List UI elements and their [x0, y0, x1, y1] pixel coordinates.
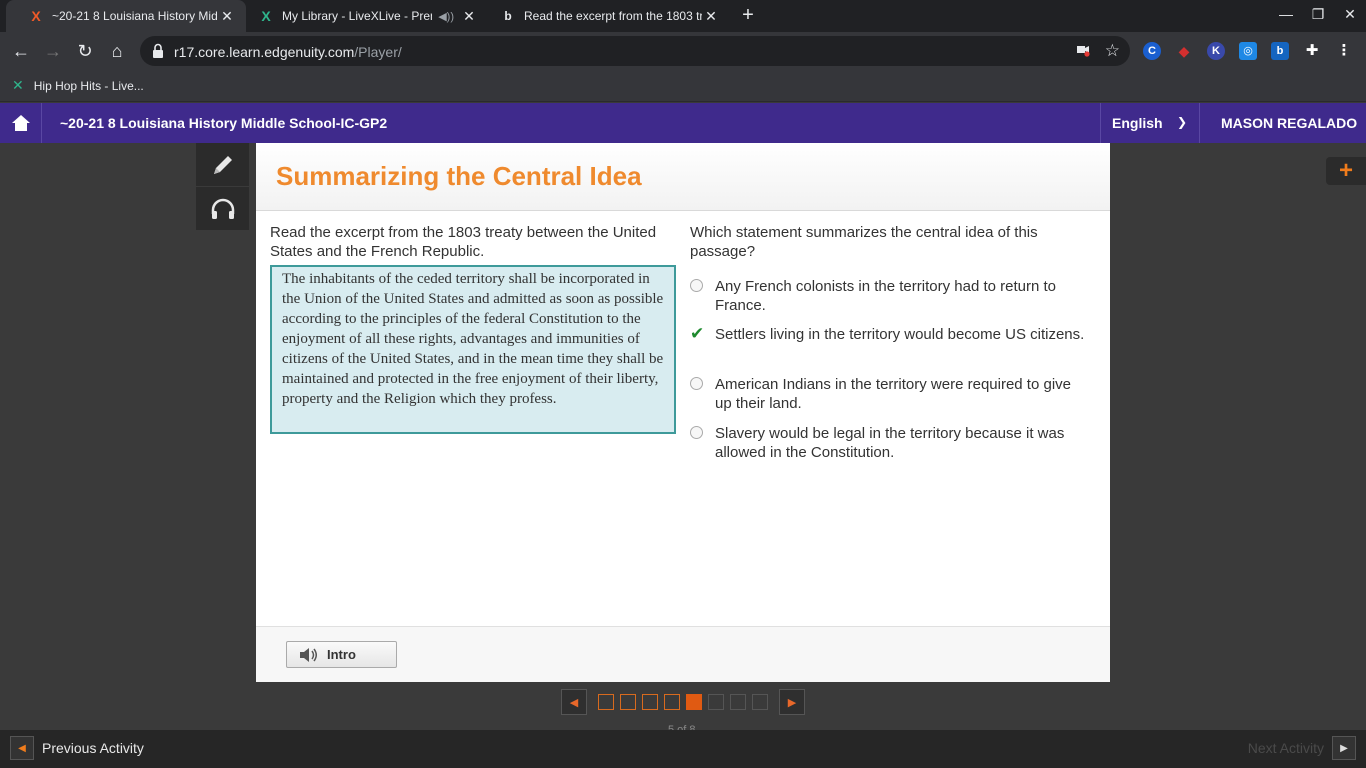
camera-blocked-icon[interactable]: [1076, 43, 1090, 57]
speaker-icon: [300, 647, 317, 662]
extension-b-icon[interactable]: b: [1271, 42, 1289, 60]
next-activity-label: Next Activity: [1247, 740, 1324, 756]
extension-c-icon[interactable]: C: [1143, 42, 1161, 60]
url-text: r17.core.learn.edgenuity.com/Player/: [174, 44, 402, 60]
reading-prompt: Read the excerpt from the 1803 treaty be…: [270, 224, 657, 260]
extension-k-icon[interactable]: K: [1207, 42, 1225, 60]
pager-page-6[interactable]: [708, 694, 724, 710]
activity-title: Summarizing the Central Idea: [276, 161, 642, 191]
pager-page-2[interactable]: [620, 694, 636, 710]
option-label: American Indians in the territory were r…: [715, 376, 1072, 412]
option-label: Settlers living in the territory would b…: [715, 326, 1085, 343]
bookmarks-bar: ✕ Hip Hop Hits - Live...: [0, 70, 1366, 102]
option-label: Any French colonists in the territory ha…: [715, 278, 1056, 314]
home-icon[interactable]: ⌂: [106, 40, 128, 62]
intro-button[interactable]: Intro: [286, 641, 397, 668]
pager-page-1[interactable]: [598, 694, 614, 710]
bookmark-hip-hop-hits[interactable]: ✕ Hip Hop Hits - Live...: [12, 77, 144, 94]
close-tab-icon[interactable]: ✕: [218, 8, 236, 25]
forward-arrow-icon[interactable]: →: [42, 40, 64, 62]
pager-page-5[interactable]: [686, 694, 702, 710]
app-header: ~20-21 8 Louisiana History Middle School…: [0, 103, 1366, 143]
panel-footer: Intro: [256, 626, 1110, 682]
close-tab-icon[interactable]: ✕: [460, 8, 478, 25]
extension-globe-icon[interactable]: ◎: [1239, 42, 1257, 60]
tab-title: Read the excerpt from the 1803 treaty: [524, 9, 702, 23]
radio-button[interactable]: [690, 426, 703, 439]
pager-page-7[interactable]: [730, 694, 746, 710]
user-name[interactable]: MASON REGALADO: [1221, 115, 1357, 131]
new-tab-button[interactable]: +: [737, 4, 759, 26]
chevron-left-icon: ◀: [10, 736, 34, 760]
tool-palette: [196, 143, 249, 231]
browser-tab-livexlive[interactable]: X My Library - LiveXLive - Premium ◀)) ✕: [248, 0, 488, 32]
pencil-icon: [213, 155, 232, 174]
edgenuity-favicon-icon: X: [31, 8, 41, 24]
tab-title: My Library - LiveXLive - Premium: [282, 9, 432, 23]
radio-button[interactable]: [690, 377, 703, 390]
pager-page-8[interactable]: [752, 694, 768, 710]
text-to-speech-tool[interactable]: [196, 187, 249, 231]
address-bar[interactable]: r17.core.learn.edgenuity.com/Player/ ☆: [140, 36, 1130, 66]
restore-icon[interactable]: ❐: [1306, 6, 1330, 23]
question-prompt: Which statement summarizes the central i…: [690, 224, 1038, 260]
headphones-icon: [211, 198, 234, 219]
option-label: Slavery would be legal in the territory …: [715, 425, 1065, 461]
browser-toolbar: ← → ↻ ⌂ r17.core.learn.edgenuity.com/Pla…: [0, 32, 1366, 70]
livexlive-favicon-icon: X: [261, 8, 271, 24]
checkmark-icon: ✔: [690, 324, 705, 343]
course-title: ~20-21 8 Louisiana History Middle School…: [60, 115, 388, 131]
livexlive-icon: ✕: [12, 77, 24, 93]
home-button[interactable]: [0, 103, 42, 143]
chevron-right-icon: ▶: [1332, 736, 1356, 760]
lock-icon: [153, 43, 163, 58]
back-arrow-icon[interactable]: ←: [10, 40, 32, 62]
highlighter-tool[interactable]: [196, 143, 249, 187]
browser-tab-course[interactable]: X ~20-21 8 Louisiana History Middle Scho…: [6, 0, 246, 32]
audio-playing-icon[interactable]: ◀)): [438, 10, 454, 23]
bookmark-label: Hip Hop Hits - Live...: [33, 78, 144, 93]
activity-panel: Summarizing the Central Idea Read the ex…: [256, 143, 1110, 682]
intro-label: Intro: [327, 647, 356, 662]
answer-option-1[interactable]: Any French colonists in the territory ha…: [690, 277, 1090, 315]
pager-page-3[interactable]: [642, 694, 658, 710]
extensions-puzzle-icon[interactable]: ✚: [1303, 42, 1321, 60]
pager-page-4[interactable]: [664, 694, 680, 710]
expand-plus-button[interactable]: +: [1326, 157, 1366, 185]
activity-nav-bar: ◀ Previous Activity Next Activity ▶: [0, 730, 1366, 768]
bookmark-star-icon[interactable]: ☆: [1105, 41, 1120, 61]
pager-next-button[interactable]: ▶: [779, 689, 805, 715]
close-tab-icon[interactable]: ✕: [702, 8, 720, 25]
extension-ruby-icon[interactable]: ◆: [1175, 42, 1193, 60]
browser-tab-strip: X ~20-21 8 Louisiana History Middle Scho…: [0, 0, 1366, 32]
answer-option-2[interactable]: ✔ Settlers living in the territory would…: [690, 325, 1090, 344]
reload-icon[interactable]: ↻: [74, 40, 96, 62]
minimize-icon[interactable]: —: [1274, 6, 1298, 22]
language-select[interactable]: English ❯: [1100, 103, 1200, 143]
home-icon: [11, 115, 30, 131]
answer-option-4[interactable]: Slavery would be legal in the territory …: [690, 424, 1090, 462]
browser-menu-icon[interactable]: ⋮: [1335, 42, 1353, 60]
browser-tab-brainly[interactable]: b Read the excerpt from the 1803 treaty …: [490, 0, 730, 32]
panel-header: Summarizing the Central Idea: [256, 143, 1110, 211]
next-activity-button[interactable]: Next Activity ▶: [1248, 736, 1356, 760]
treaty-excerpt: The inhabitants of the ceded territory s…: [270, 265, 676, 434]
question-pager: ◀ ▶: [561, 689, 805, 715]
brainly-favicon-icon: b: [504, 9, 512, 23]
chevron-down-icon: ❯: [1176, 115, 1187, 129]
close-window-icon[interactable]: ✕: [1338, 6, 1362, 23]
answer-option-3[interactable]: American Indians in the territory were r…: [690, 375, 1090, 413]
tab-title: ~20-21 8 Louisiana History Middle School…: [52, 9, 218, 23]
previous-activity-label: Previous Activity: [42, 740, 144, 756]
pager-prev-button[interactable]: ◀: [561, 689, 587, 715]
radio-button[interactable]: [690, 279, 703, 292]
previous-activity-button[interactable]: ◀ Previous Activity: [10, 736, 144, 760]
language-label: English: [1112, 115, 1163, 131]
